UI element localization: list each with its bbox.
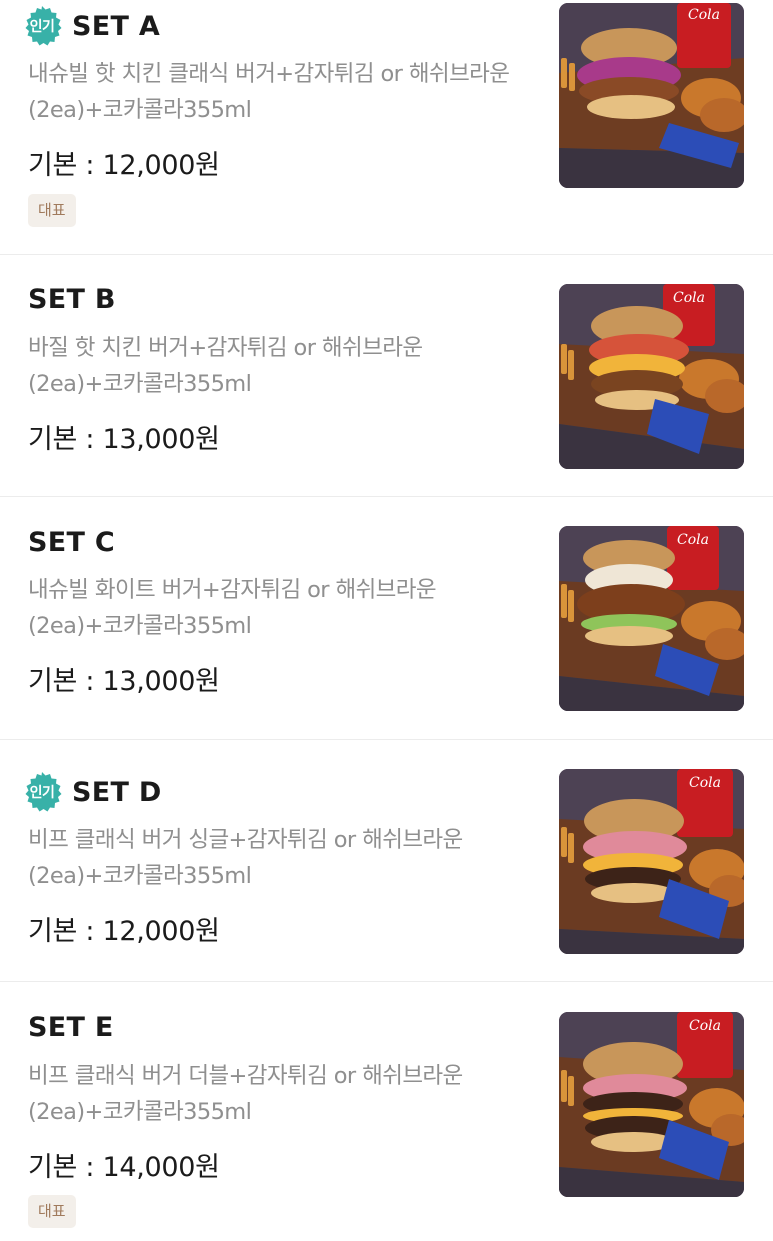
item-thumbnail[interactable]: Cola — [559, 3, 744, 188]
item-thumbnail[interactable]: Cola — [559, 526, 744, 711]
popular-badge: 인기 — [21, 771, 63, 813]
title-row: 인기 SET D — [21, 770, 162, 814]
item-price: 기본 : 13,000원 — [28, 666, 220, 697]
item-description: 바질 핫 치킨 버거+감자튀김 or 해쉬브라운(2ea)+코카콜라355ml — [28, 335, 423, 397]
item-name: SET A — [72, 10, 161, 42]
menu-list: 인기 SET A 내슈빌 핫 치킨 클래식 버거+감자튀김 or 해쉬브라운(2… — [0, 0, 773, 1241]
item-price: 기본 : 12,000원 — [28, 150, 220, 181]
item-name: SET B — [28, 283, 116, 315]
svg-text:Cola: Cola — [688, 7, 720, 23]
item-name: SET C — [28, 526, 116, 558]
menu-item-set-e[interactable]: SET E 비프 클래식 버거 더블+감자튀김 or 해쉬브라운(2ea)+코카… — [0, 982, 773, 1241]
item-name: SET E — [28, 1011, 114, 1043]
item-price: 기본 : 13,000원 — [28, 424, 220, 455]
item-description: 내슈빌 핫 치킨 클래식 버거+감자튀김 or 해쉬브라운(2ea)+코카콜라3… — [28, 61, 510, 123]
representative-tag: 대표 — [28, 194, 76, 227]
item-price: 기본 : 14,000원 — [28, 1152, 220, 1183]
item-description: 내슈빌 화이트 버거+감자튀김 or 해쉬브라운(2ea)+코카콜라355ml — [28, 577, 437, 639]
burger-set-photo-icon: Cola — [559, 3, 744, 188]
item-thumbnail[interactable]: Cola — [559, 1012, 744, 1197]
item-name: SET D — [72, 776, 162, 808]
item-description: 비프 클래식 버거 싱글+감자튀김 or 해쉬브라운(2ea)+코카콜라355m… — [28, 827, 463, 889]
svg-text:Cola: Cola — [673, 290, 705, 306]
item-price: 기본 : 12,000원 — [28, 916, 220, 947]
menu-item-set-a[interactable]: 인기 SET A 내슈빌 핫 치킨 클래식 버거+감자튀김 or 해쉬브라운(2… — [0, 0, 773, 255]
title-row: SET C — [21, 520, 115, 564]
popular-badge: 인기 — [21, 5, 63, 47]
menu-item-set-b[interactable]: SET B 바질 핫 치킨 버거+감자튀김 or 해쉬브라운(2ea)+코카콜라… — [0, 255, 773, 497]
burger-set-photo-icon: Cola — [559, 1012, 744, 1197]
menu-item-set-c[interactable]: SET C 내슈빌 화이트 버거+감자튀김 or 해쉬브라운(2ea)+코카콜라… — [0, 497, 773, 740]
burger-set-photo-icon: Cola — [559, 284, 744, 469]
item-thumbnail[interactable]: Cola — [559, 284, 744, 469]
representative-tag: 대표 — [28, 1195, 76, 1228]
item-description: 비프 클래식 버거 더블+감자튀김 or 해쉬브라운(2ea)+코카콜라355m… — [28, 1063, 463, 1125]
menu-item-set-d[interactable]: 인기 SET D 비프 클래식 버거 싱글+감자튀김 or 해쉬브라운(2ea)… — [0, 740, 773, 982]
item-thumbnail[interactable]: Cola — [559, 769, 744, 954]
burger-set-photo-icon: Cola — [559, 769, 744, 954]
svg-text:Cola: Cola — [689, 775, 721, 791]
title-row: SET E — [21, 1005, 114, 1049]
svg-text:Cola: Cola — [677, 532, 709, 548]
burger-set-photo-icon: Cola — [559, 526, 744, 711]
title-row: SET B — [21, 277, 116, 321]
title-row: 인기 SET A — [21, 4, 160, 48]
svg-text:Cola: Cola — [689, 1018, 721, 1034]
